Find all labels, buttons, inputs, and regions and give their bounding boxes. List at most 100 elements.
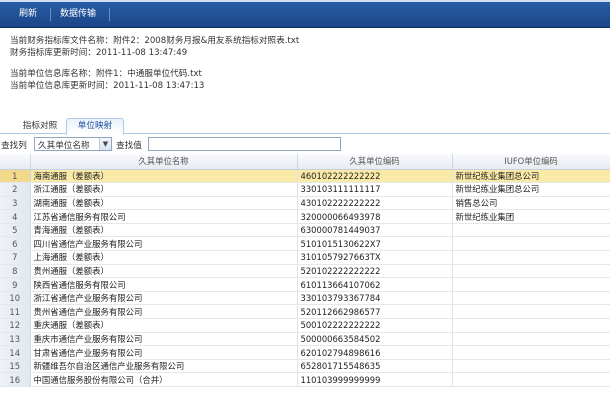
finance-file-info: 当前财务指标库文件名称：附件2：2008财务月报&用友系统指标对照表.txt xyxy=(10,36,300,46)
table-row[interactable]: 11 贵州省通信产业服务有限公司 520112662986577 xyxy=(0,304,610,320)
unit-name-cell[interactable]: 陕西省通信服务有限公司 xyxy=(30,277,298,292)
unit-name-cell[interactable]: 甘肃省通信产业服务有限公司 xyxy=(30,345,298,360)
unit-name-cell[interactable]: 重庆市通信产业服务有限公司 xyxy=(30,332,298,347)
unit-code-cell[interactable]: 330103793367784 xyxy=(297,291,453,306)
unit-name-cell[interactable]: 四川省通信产业服务有限公司 xyxy=(30,236,298,252)
unit-code-cell[interactable]: 430102222222222 xyxy=(297,196,453,211)
unit-name-cell[interactable]: 新疆维吾尔自治区通信产业服务有限公司 xyxy=(30,359,298,374)
unit-name-cell[interactable]: 浙江省通信产业服务有限公司 xyxy=(30,291,298,306)
finance-updated-info: 财务指标库更新时间：2011-11-08 13:47:49 xyxy=(10,48,188,58)
row-number-cell: 5 xyxy=(0,223,31,238)
row-number-cell: 4 xyxy=(0,209,31,224)
iufo-code-cell[interactable] xyxy=(452,332,610,347)
unit-mapping-table: 久其单位名称 久其单位编码 IUFO单位编码 1 海南通服（差额表） 4601022… xyxy=(0,154,610,387)
unit-name-cell[interactable]: 海南通服（差额表） xyxy=(30,169,298,184)
row-number-cell: 2 xyxy=(0,182,31,197)
tab-bar: 指标对照 单位映射 xyxy=(0,115,610,135)
unit-code-cell[interactable]: 5101015130622X7 xyxy=(297,236,453,252)
unit-code-cell[interactable]: 500000663584502 xyxy=(297,332,453,347)
table-row[interactable]: 15 新疆维吾尔自治区通信产业服务有限公司 652801715548635 xyxy=(0,359,610,374)
filter-bar: 查找列 久其单位名称 ▼ 查找值 xyxy=(0,136,610,153)
row-number-cell: 1 xyxy=(0,169,31,184)
row-number-cell: 3 xyxy=(0,196,31,211)
search-value-label: 查找值 xyxy=(116,141,142,151)
tab-indicator-mapping[interactable]: 指标对照 xyxy=(14,118,66,135)
search-column-select[interactable]: 久其单位名称 ▼ xyxy=(34,137,112,151)
iufo-code-cell[interactable] xyxy=(452,236,610,252)
unit-name-cell[interactable]: 上海通服（差额表） xyxy=(30,250,298,265)
table-row[interactable]: 2 浙江通服（差额表） 330103111111117 新世纪练业集团总公司 xyxy=(0,182,610,197)
toolbar: 刷新 数据传输 xyxy=(0,0,610,28)
table-row[interactable]: 6 四川省通信产业服务有限公司 5101015130622X7 xyxy=(0,236,610,252)
unit-code-cell[interactable]: 630000781449037 xyxy=(297,223,453,238)
search-column-label: 查找列 xyxy=(1,141,27,151)
unit-name-cell[interactable]: 中国通信服务股份有限公司（合并） xyxy=(30,372,298,387)
unit-name-cell[interactable]: 浙江通服（差额表） xyxy=(30,182,298,197)
table-row[interactable]: 7 上海通服（差额表） 3101057927663TX xyxy=(0,250,610,265)
iufo-code-cell[interactable]: 新世纪练业集团 xyxy=(452,209,610,224)
data-transfer-button[interactable]: 数据传输 xyxy=(57,7,99,22)
row-number-cell: 6 xyxy=(0,236,31,252)
table-row[interactable]: 5 青海通服（差额表） 630000781449037 xyxy=(0,223,610,238)
unit-name-cell[interactable]: 湖南通服（差额表） xyxy=(30,196,298,211)
iufo-code-cell[interactable] xyxy=(452,250,610,265)
unit-code-cell[interactable]: 652801715548635 xyxy=(297,359,453,374)
chevron-down-icon[interactable]: ▼ xyxy=(99,138,111,150)
unit-code-cell[interactable]: 3101057927663TX xyxy=(297,250,453,265)
unit-code-cell[interactable]: 110103999999999 xyxy=(297,372,453,387)
unit-code-cell[interactable]: 460102222222222 xyxy=(297,169,453,184)
iufo-code-cell[interactable]: 新世纪练业集团总公司 xyxy=(452,169,610,184)
unit-code-cell[interactable]: 320000066493978 xyxy=(297,209,453,224)
table-row[interactable]: 1 海南通服（差额表） 460102222222222 新世纪练业集团总公司 xyxy=(0,169,610,184)
unit-name-cell[interactable]: 江苏省通信服务有限公司 xyxy=(30,209,298,224)
iufo-code-cell[interactable] xyxy=(452,372,610,387)
iufo-code-cell[interactable]: 新世纪练业集团总公司 xyxy=(452,182,610,197)
iufo-code-cell[interactable] xyxy=(452,345,610,360)
toolbar-top-strip xyxy=(0,0,610,2)
unit-name-cell[interactable]: 贵州省通信产业服务有限公司 xyxy=(30,304,298,320)
search-column-value: 久其单位名称 xyxy=(38,141,90,151)
table-row[interactable]: 12 重庆通服（差额表） 500102222222222 xyxy=(0,318,610,333)
refresh-button[interactable]: 刷新 xyxy=(16,7,40,22)
toolbar-separator xyxy=(109,8,110,21)
unit-code-cell[interactable]: 330103111111117 xyxy=(297,182,453,197)
table-row[interactable]: 14 甘肃省通信产业服务有限公司 620102794898616 xyxy=(0,345,610,360)
table-row[interactable]: 10 浙江省通信产业服务有限公司 330103793367784 xyxy=(0,291,610,306)
unit-file-info: 当前单位信息库名称：附件1：中通服单位代码.txt xyxy=(10,69,202,79)
row-number-cell: 13 xyxy=(0,332,31,347)
table-row[interactable]: 3 湖南通服（差额表） 430102222222222 销售总公司 xyxy=(0,196,610,211)
unit-updated-info: 当前单位信息库更新时间：2011-11-08 13:47:13 xyxy=(10,81,205,91)
iufo-code-cell[interactable] xyxy=(452,264,610,279)
table-row[interactable]: 8 贵州通服（差额表） 520102222222222 xyxy=(0,264,610,279)
unit-code-cell[interactable]: 520102222222222 xyxy=(297,264,453,279)
iufo-code-cell[interactable] xyxy=(452,223,610,238)
table-row[interactable]: 13 重庆市通信产业服务有限公司 500000663584502 xyxy=(0,332,610,347)
unit-name-cell[interactable]: 重庆通服（差额表） xyxy=(30,318,298,333)
unit-name-cell[interactable]: 贵州通服（差额表） xyxy=(30,264,298,279)
search-value-input[interactable] xyxy=(148,137,341,151)
unit-code-cell[interactable]: 500102222222222 xyxy=(297,318,453,333)
column-header-unit-name[interactable]: 久其单位名称 xyxy=(30,154,298,170)
unit-code-cell[interactable]: 610113664107062 xyxy=(297,277,453,292)
iufo-code-cell[interactable] xyxy=(452,304,610,320)
iufo-code-cell[interactable] xyxy=(452,359,610,374)
table-row[interactable]: 4 江苏省通信服务有限公司 320000066493978 新世纪练业集团 xyxy=(0,209,610,224)
unit-code-cell[interactable]: 520112662986577 xyxy=(297,304,453,320)
row-number-cell: 9 xyxy=(0,277,31,292)
iufo-code-cell[interactable] xyxy=(452,291,610,306)
iufo-code-cell[interactable]: 销售总公司 xyxy=(452,196,610,211)
table-row[interactable]: 16 中国通信服务股份有限公司（合并） 110103999999999 xyxy=(0,372,610,387)
row-number-cell: 7 xyxy=(0,250,31,265)
row-number-cell: 15 xyxy=(0,359,31,374)
row-number-cell: 8 xyxy=(0,264,31,279)
column-header-unit-code[interactable]: 久其单位编码 xyxy=(297,154,453,170)
unit-name-cell[interactable]: 青海通服（差额表） xyxy=(30,223,298,238)
unit-code-cell[interactable]: 620102794898616 xyxy=(297,345,453,360)
row-number-cell: 16 xyxy=(0,372,31,387)
row-number-cell: 14 xyxy=(0,345,31,360)
table-row[interactable]: 9 陕西省通信服务有限公司 610113664107062 xyxy=(0,277,610,292)
iufo-code-cell[interactable] xyxy=(452,277,610,292)
tab-unit-mapping[interactable]: 单位映射 xyxy=(66,118,124,135)
iufo-code-cell[interactable] xyxy=(452,318,610,333)
column-header-iufo-code[interactable]: IUFO单位编码 xyxy=(452,154,610,170)
